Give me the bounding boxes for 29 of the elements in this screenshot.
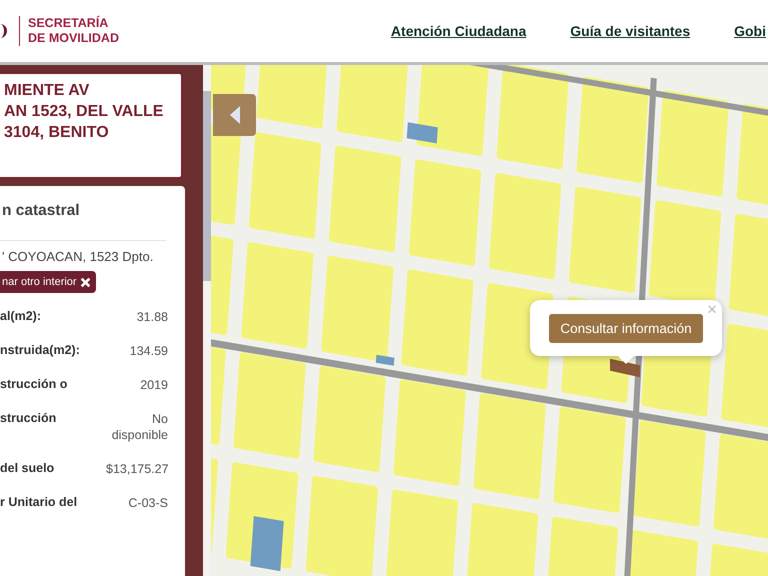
- address-text: MIENTE AV: [4, 81, 90, 101]
- field-label: del suelo: [0, 461, 54, 475]
- card-title: n catastral: [1, 202, 81, 220]
- logo-mark-icon: [0, 24, 7, 38]
- close-icon: [80, 276, 91, 288]
- nav-link[interactable]: Guía de visitantes: [570, 23, 690, 39]
- field-label: nstruida(m2):: [0, 343, 80, 357]
- field-value: 134.59: [128, 343, 168, 359]
- scrollbar[interactable]: [203, 65, 211, 576]
- logo-text: SECRETARÍA: [28, 16, 110, 31]
- address-text: AN 1523, DEL VALLE: [4, 102, 164, 122]
- field-label: strucción o: [0, 377, 68, 391]
- field-value: $13,175.27: [106, 461, 168, 477]
- address-text: 3104, BENITO: [4, 123, 110, 143]
- consult-button[interactable]: Consultar información: [549, 314, 703, 342]
- clear-interior-button[interactable]: nar otro interior: [0, 271, 96, 293]
- nav-link[interactable]: Gobi: [734, 23, 766, 39]
- field-label: r Unitario del: [0, 495, 78, 509]
- address-text: ' COYOACAN, 1523 Dpto.: [1, 249, 154, 264]
- caret-left-icon: [228, 105, 242, 125]
- field-label: strucción: [0, 411, 56, 425]
- field-value: 31.88: [136, 309, 168, 325]
- field-value: No disponible: [110, 411, 168, 443]
- field-value: 2019: [139, 377, 168, 393]
- collapse-panel-button[interactable]: [213, 94, 256, 136]
- logo-text: DE MOVILIDAD: [28, 31, 119, 46]
- field-label: al(m2):: [0, 309, 41, 323]
- field-value: C-03-S: [127, 495, 168, 511]
- nav-link[interactable]: Atención Ciudadana: [390, 23, 526, 39]
